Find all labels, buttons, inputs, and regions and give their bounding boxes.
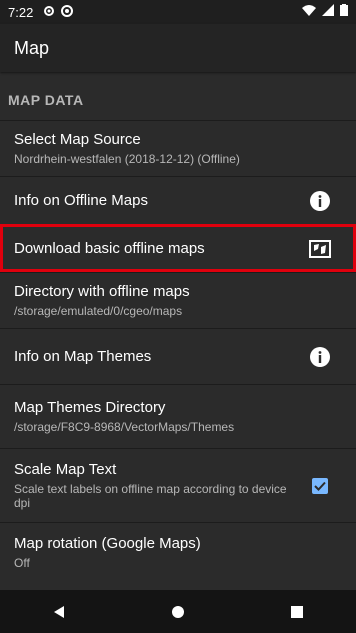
recents-icon[interactable]	[285, 600, 309, 624]
row-summary: /storage/F8C9-8968/VectorMaps/Themes	[14, 419, 235, 434]
status-icons-right	[302, 4, 348, 19]
info-map-themes-item[interactable]: Info on Map Themes	[0, 328, 356, 384]
row-title: Directory with offline maps	[14, 282, 190, 300]
home-icon[interactable]	[166, 600, 190, 624]
back-icon[interactable]	[47, 600, 71, 624]
row-title: Scale Map Text	[14, 460, 117, 478]
row-summary: Off	[14, 555, 30, 570]
gear-icon	[43, 5, 55, 20]
row-summary: /storage/emulated/0/cgeo/maps	[14, 303, 183, 318]
signal-icon	[322, 4, 334, 19]
check-icon	[312, 477, 328, 494]
row-summary: Nordrhein-westfalen (2018-12-12) (Offlin…	[14, 151, 240, 166]
map-themes-directory-item[interactable]: Map Themes Directory /storage/F8C9-8968/…	[0, 384, 356, 448]
wifi-icon	[302, 4, 316, 19]
page-title: Map	[14, 37, 50, 58]
download-basic-offline-maps-item[interactable]: Download basic offline maps	[0, 224, 356, 272]
battery-icon	[340, 4, 348, 19]
scale-map-text-checkbox[interactable]	[308, 474, 332, 498]
navigation-bar	[0, 590, 356, 633]
status-time: 7:22	[8, 4, 34, 20]
section-header-map-data: MAP DATA	[8, 92, 84, 108]
info-offline-maps-item[interactable]: Info on Offline Maps	[0, 176, 356, 224]
circle-sync-icon	[61, 4, 74, 20]
row-title: Info on Offline Maps	[14, 192, 148, 209]
row-title: Map rotation (Google Maps)	[14, 534, 201, 552]
info-icon	[308, 189, 332, 213]
row-title: Map Themes Directory	[14, 398, 166, 416]
row-title: Select Map Source	[14, 130, 141, 148]
status-icons-left	[43, 4, 74, 20]
row-summary: Scale text labels on offline map accordi…	[14, 481, 287, 510]
status-bar: 7:22	[0, 0, 356, 24]
row-title: Download basic offline maps	[14, 240, 205, 257]
settings-list: MAP DATA Select Map Source Nordrhein-wes…	[0, 80, 356, 582]
row-title: Info on Map Themes	[14, 348, 152, 365]
app-bar: Map	[0, 24, 356, 72]
select-map-source-item[interactable]: Select Map Source Nordrhein-westfalen (2…	[0, 120, 356, 176]
scale-map-text-item[interactable]: Scale Map Text Scale text labels on offl…	[0, 448, 356, 522]
info-icon	[308, 345, 332, 369]
map-icon	[308, 237, 332, 261]
directory-offline-maps-item[interactable]: Directory with offline maps /storage/emu…	[0, 272, 356, 328]
map-rotation-item[interactable]: Map rotation (Google Maps) Off	[0, 522, 356, 582]
